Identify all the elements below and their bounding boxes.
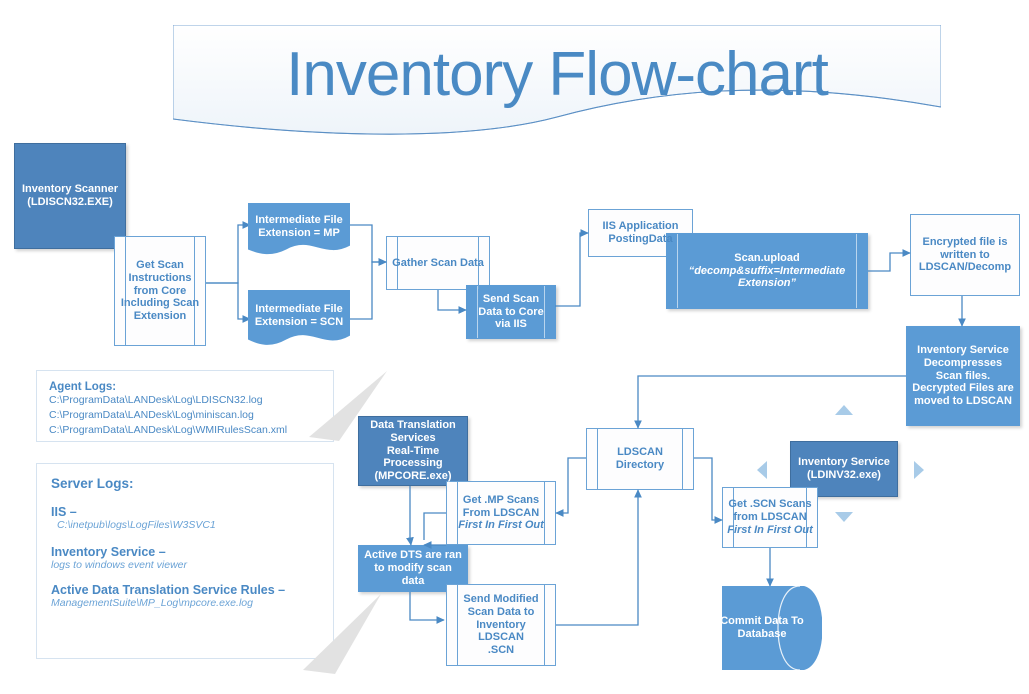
get-mp-scans-line1: Get .MP Scans: [462, 493, 540, 506]
send-modified-line3: Inventory: [476, 618, 526, 631]
gather-scan-data-label: Gather Scan Data: [392, 256, 484, 269]
node-inventory-scanner[interactable]: Inventory Scanner (LDISCN32.EXE): [14, 143, 126, 249]
node-inventory-service-decompress[interactable]: Inventory Service Decompresses Scan file…: [906, 326, 1020, 426]
node-gather-scan-data[interactable]: Gather Scan Data: [386, 236, 490, 290]
node-intermediate-file-mp[interactable]: Intermediate File Extension = MP: [248, 203, 350, 257]
server-logs-label-0: IIS –: [51, 505, 77, 519]
active-dts-label: Active DTS are ran to modify scan data: [364, 549, 462, 587]
node-commit-data-to-database[interactable]: Commit Data To Database: [720, 586, 822, 670]
node-scan-upload[interactable]: Scan.upload “decomp&suffix=Intermediate …: [666, 233, 868, 309]
node-data-translation-services[interactable]: Data Translation Services Real-Time Proc…: [358, 416, 468, 486]
ldscan-directory-line2: Directory: [615, 459, 665, 471]
resize-handle-up-icon[interactable]: [835, 405, 853, 415]
send-modified-line4: LDSCAN: [478, 631, 524, 644]
send-modified-line1: Send Modified: [463, 592, 539, 605]
get-mp-scans-line3: First In First Out: [458, 519, 544, 532]
node-get-mp-scans[interactable]: Get .MP Scans From LDSCAN First In First…: [446, 481, 556, 545]
note-server-logs: Server Logs: IIS – C:\inetpub\logs\LogFi…: [36, 463, 381, 674]
inventory-service-line1: Inventory Service: [798, 456, 890, 469]
intermediate-scn-line2: Extension = SCN: [254, 316, 344, 328]
data-translation-line1: Data Translation: [370, 418, 456, 431]
server-logs-label-2: Active Data Translation Service Rules –: [51, 583, 286, 597]
ldscan-directory-line1: LDSCAN: [617, 446, 663, 459]
note-agent-logs: Agent Logs: C:\ProgramData\LANDesk\Log\L…: [36, 370, 387, 442]
data-translation-line3: Real-Time Processing: [383, 444, 443, 470]
get-scn-scans-line1: Get .SCN Scans: [728, 498, 812, 511]
resize-handle-right-icon[interactable]: [914, 461, 924, 479]
scan-upload-line2: “decomp&suffix=Intermediate Extension”: [688, 264, 846, 290]
node-get-scn-scans[interactable]: Get .SCN Scans from LDSCAN First In Firs…: [722, 487, 818, 548]
commit-data-line2: Database: [737, 628, 787, 640]
server-logs-label-1: Inventory Service –: [51, 545, 166, 559]
inventory-scanner-line2: (LDISCN32.EXE): [27, 196, 113, 208]
send-modified-line5: .SCN: [487, 644, 515, 657]
resize-handle-down-icon[interactable]: [835, 512, 853, 522]
node-active-dts[interactable]: Active DTS are ran to modify scan data: [358, 545, 468, 592]
agent-logs-heading: Agent Logs:: [49, 381, 117, 393]
agent-logs-line-1: C:\ProgramData\LANDesk\Log\miniscan.log: [49, 409, 254, 422]
flowchart-canvas: Inventory Flow-chart Inventory Scanner (…: [0, 0, 1029, 694]
node-encrypted-file[interactable]: Encrypted file is written to LDSCAN/Deco…: [910, 214, 1020, 296]
get-scn-scans-line3: First In First Out: [727, 523, 813, 536]
agent-logs-line-0: C:\ProgramData\LANDesk\Log\LDISCN32.log: [49, 394, 263, 406]
get-scn-scans-line2: from LDSCAN: [733, 511, 807, 524]
inventory-service-line2: (LDINV32.exe): [807, 469, 881, 481]
node-ldscan-directory[interactable]: LDSCAN Directory: [586, 428, 694, 490]
node-intermediate-file-scn[interactable]: Intermediate File Extension = SCN: [248, 290, 350, 348]
server-logs-value-0: C:\inetpub\logs\LogFiles\W3SVC1: [57, 519, 216, 531]
iis-application-line1: IIS Application: [602, 220, 679, 233]
node-send-modified-scan-data[interactable]: Send Modified Scan Data to Inventory LDS…: [446, 584, 556, 666]
intermediate-mp-line1: Intermediate File: [255, 214, 343, 227]
inventory-service-decompress-label: Inventory Service Decompresses Scan file…: [912, 343, 1014, 408]
data-translation-line2: Services: [390, 431, 436, 444]
resize-handle-left-icon[interactable]: [757, 461, 767, 479]
node-send-scan-data[interactable]: Send Scan Data to Core via IIS: [466, 285, 556, 339]
agent-logs-line-2: C:\ProgramData\LANDesk\Log\WMIRulesScan.…: [49, 424, 288, 437]
encrypted-file-label: Encrypted file is written to LDSCAN/Deco…: [918, 235, 1012, 274]
commit-data-line1: Commit Data To: [720, 615, 804, 628]
send-modified-line2: Scan Data to: [467, 605, 535, 618]
get-mp-scans-line2: From LDSCAN: [462, 506, 540, 519]
node-get-scan-instructions[interactable]: Get Scan Instructions from Core Includin…: [114, 236, 206, 346]
get-scan-instructions-label: Get Scan Instructions from Core Includin…: [120, 258, 200, 323]
scan-upload-line1: Scan.upload: [734, 251, 800, 264]
intermediate-mp-line2: Extension = MP: [258, 227, 340, 239]
server-logs-value-2: ManagementSuite\MP_Log\mpcore.exe.log: [51, 597, 253, 609]
inventory-scanner-line1: Inventory Scanner: [22, 183, 118, 196]
server-logs-heading: Server Logs:: [51, 476, 134, 491]
page-title: Inventory Flow-chart: [286, 40, 829, 109]
title-banner: Inventory Flow-chart: [173, 25, 941, 137]
intermediate-scn-line1: Intermediate File: [255, 303, 343, 316]
server-logs-value-1: logs to windows event viewer: [51, 559, 187, 571]
iis-application-line2: PostingData: [608, 233, 673, 245]
send-scan-data-label: Send Scan Data to Core via IIS: [478, 292, 544, 331]
data-translation-line4: (MPCORE.exe): [374, 470, 452, 483]
